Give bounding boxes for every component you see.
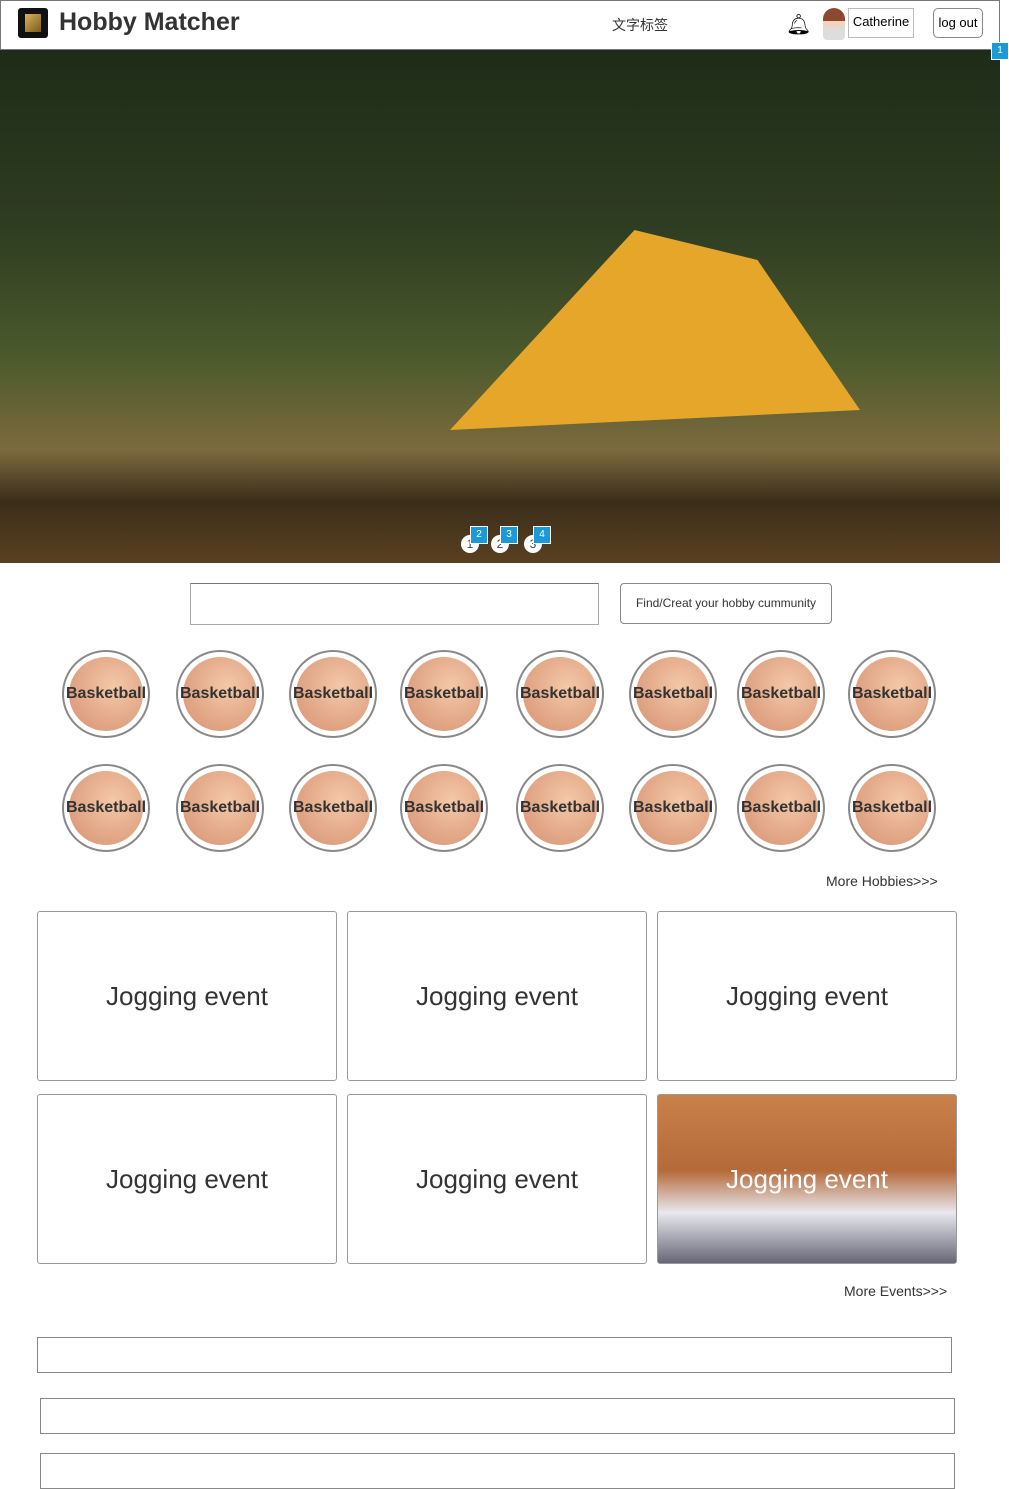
hobby-label: Basketball	[852, 657, 932, 731]
hobby-label: Basketball	[852, 771, 932, 845]
hobby-label: Basketball	[404, 771, 484, 845]
hobby-label: Basketball	[293, 771, 373, 845]
text-label: 文字标签	[612, 17, 668, 33]
hobby-label: Basketball	[520, 771, 600, 845]
hobby-item[interactable]: Basketball	[516, 650, 604, 738]
more-events-link[interactable]: More Events>>>	[844, 1283, 947, 1299]
hobby-item[interactable]: Basketball	[400, 764, 488, 852]
hobby-item[interactable]: Basketball	[62, 764, 150, 852]
content-bar	[40, 1398, 955, 1434]
hobby-label: Basketball	[180, 771, 260, 845]
app-title: Hobby Matcher	[59, 8, 240, 36]
hobby-item[interactable]: Basketball	[176, 650, 264, 738]
hobby-label: Basketball	[520, 657, 600, 731]
badge: 2	[470, 526, 488, 544]
logo-icon	[18, 8, 48, 38]
event-card[interactable]: Jogging event	[657, 911, 957, 1081]
badge: 3	[500, 526, 518, 544]
hobby-label: Basketball	[66, 657, 146, 731]
hobby-item[interactable]: Basketball	[289, 764, 377, 852]
hobby-item[interactable]: Basketball	[737, 764, 825, 852]
hobby-item[interactable]: Basketball	[289, 650, 377, 738]
event-card[interactable]: Jogging event	[347, 911, 647, 1081]
username[interactable]: Catherine	[848, 8, 914, 38]
logout-button[interactable]: log out	[933, 8, 983, 38]
hobby-item[interactable]: Basketball	[848, 764, 936, 852]
hobby-item[interactable]: Basketball	[737, 650, 825, 738]
event-card[interactable]: Jogging event	[347, 1094, 647, 1264]
find-create-button[interactable]: Find/Creat your hobby cummunity	[620, 583, 832, 624]
hobby-item[interactable]: Basketball	[400, 650, 488, 738]
badge: 1	[991, 42, 1009, 60]
content-bar	[37, 1337, 952, 1373]
hero-carousel[interactable]	[0, 50, 1000, 563]
badge: 4	[533, 526, 551, 544]
hobby-item[interactable]: Basketball	[516, 764, 604, 852]
hobby-item[interactable]: Basketball	[848, 650, 936, 738]
hobby-item[interactable]: Basketball	[176, 764, 264, 852]
avatar[interactable]	[823, 8, 845, 40]
hobby-label: Basketball	[633, 657, 713, 731]
hobby-label: Basketball	[741, 771, 821, 845]
hobby-item[interactable]: Basketball	[629, 764, 717, 852]
event-card[interactable]: Jogging event	[37, 911, 337, 1081]
hobby-label: Basketball	[66, 771, 146, 845]
hobby-item[interactable]: Basketball	[629, 650, 717, 738]
content-bar	[40, 1453, 955, 1489]
hobby-label: Basketball	[293, 657, 373, 731]
hobby-label: Basketball	[404, 657, 484, 731]
event-card[interactable]: Jogging event	[37, 1094, 337, 1264]
hobby-label: Basketball	[633, 771, 713, 845]
bell-icon[interactable]: 🔔︎	[786, 12, 811, 37]
event-card[interactable]: Jogging event	[657, 1094, 957, 1264]
search-input[interactable]	[190, 583, 599, 625]
more-hobbies-link[interactable]: More Hobbies>>>	[826, 873, 938, 889]
hobby-label: Basketball	[180, 657, 260, 731]
hobby-label: Basketball	[741, 657, 821, 731]
hobby-item[interactable]: Basketball	[62, 650, 150, 738]
